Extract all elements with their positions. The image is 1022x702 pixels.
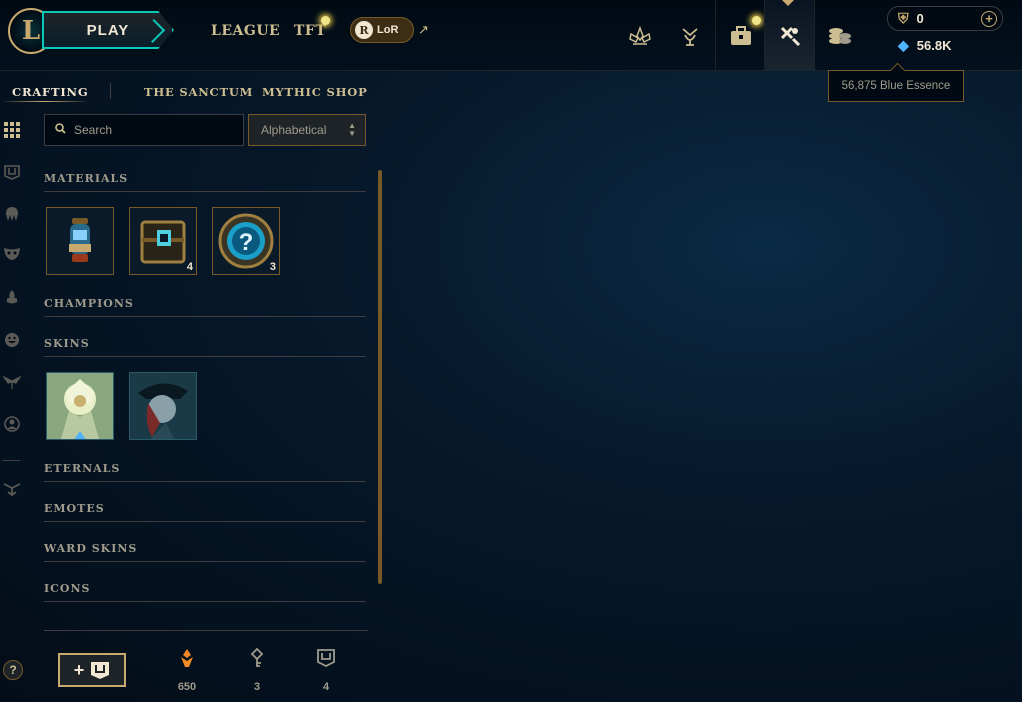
material-count: 4 [186, 261, 193, 273]
section-champions[interactable]: CHAMPIONS [44, 297, 366, 317]
nav-tft[interactable]: TFT [294, 23, 326, 39]
sort-select[interactable]: Alphabetical ▲ ▼ [248, 114, 366, 146]
help-button[interactable]: ? [3, 660, 23, 680]
search-icon [55, 123, 66, 137]
orange-essence-icon [178, 648, 196, 672]
section-emotes[interactable]: EMOTES [44, 502, 366, 522]
active-tab-caret [782, 0, 794, 6]
skin-shard-light-icon [47, 373, 113, 439]
add-rp-icon[interactable]: + [981, 11, 997, 27]
loot-scrollbar[interactable] [378, 170, 382, 584]
material-count: 3 [269, 261, 276, 273]
riot-points-value: 0 [916, 11, 924, 26]
section-ward-skins[interactable]: WARD SKINS [44, 542, 366, 562]
blue-essence-value: 56.8K [916, 38, 952, 53]
tab-crafting[interactable]: CRAFTING [12, 85, 88, 99]
coins-stack-icon [828, 27, 851, 44]
tab-the-sanctum[interactable]: THE SANCTUM [144, 85, 253, 99]
champions-filter-icon[interactable] [2, 204, 22, 224]
profile-icon[interactable] [615, 0, 665, 71]
footer-divider [44, 630, 368, 631]
blue-essence-tooltip: 56,875 Blue Essence [828, 70, 964, 102]
keys-value: 3 [253, 681, 261, 693]
chests-value: 4 [322, 681, 330, 693]
chest-icon [317, 648, 335, 672]
keys-stat: 3 [237, 647, 277, 693]
grid-icon [4, 122, 20, 138]
active-tab-underline [4, 101, 86, 102]
material-tile[interactable] [46, 207, 114, 275]
blue-essence-wallet[interactable]: ◆ 56.8K [898, 37, 951, 54]
eternals-filter-icon[interactable] [2, 287, 22, 307]
tab-divider [110, 83, 111, 99]
nav-league[interactable]: LEAGUE [211, 23, 280, 39]
orb-lantern-icon [47, 208, 113, 274]
sort-select-value: Alphabetical [261, 123, 327, 137]
skin-tile[interactable] [46, 372, 114, 440]
loot-notification-dot [752, 16, 761, 25]
trophy-icon [682, 27, 698, 46]
lor-button[interactable]: R LoR [350, 17, 414, 43]
icons-filter-icon[interactable] [2, 414, 22, 434]
briefcase-icon [730, 25, 751, 45]
shard-marker-icon [74, 431, 86, 439]
blue-essence-icon: ◆ [898, 37, 909, 53]
store-icon[interactable] [814, 0, 864, 71]
orange-essence-value: 650 [177, 681, 197, 693]
notification-dot [321, 16, 330, 25]
crafting-icon[interactable] [764, 0, 814, 71]
disenchant-filter-icon[interactable] [2, 478, 22, 498]
loot-bag-icon[interactable] [715, 0, 765, 71]
lor-badge-icon: R [355, 21, 373, 39]
lor-label: LoR [377, 24, 399, 36]
chests-filter-icon[interactable] [2, 162, 22, 182]
key-icon [250, 647, 264, 672]
rail-divider [2, 460, 20, 461]
material-tile[interactable]: ? 3 [212, 207, 280, 275]
search-box[interactable] [44, 114, 244, 146]
material-tile[interactable]: 4 [129, 207, 197, 275]
lotus-icon [629, 25, 651, 45]
hammer-icon [780, 26, 800, 46]
top-navigation: L PLAY LEAGUE TFT R LoR ↗ ⛨ 0 + ◆ 56.8K [0, 0, 1022, 71]
section-icons[interactable]: ICONS [44, 582, 366, 602]
svg-text:?: ? [239, 229, 254, 256]
section-materials[interactable]: MATERIALS [44, 172, 366, 192]
orange-essence-stat: 650 [167, 648, 207, 693]
skin-tile[interactable] [129, 372, 197, 440]
collection-icon[interactable] [665, 0, 715, 71]
riot-points-icon: ⛨ [898, 10, 909, 26]
all-items-grid-icon[interactable] [2, 120, 22, 140]
section-eternals[interactable]: ETERNALS [44, 462, 366, 482]
add-chest-button[interactable]: + [58, 653, 126, 687]
emotes-filter-icon[interactable] [2, 330, 22, 350]
skin-shard-dark-icon [130, 373, 196, 439]
external-link-icon: ↗ [418, 22, 429, 37]
tab-mythic-shop[interactable]: MYTHIC SHOP [262, 85, 368, 99]
ward-skins-filter-icon[interactable] [2, 372, 22, 392]
section-skins[interactable]: SKINS [44, 337, 366, 357]
chest-icon [91, 662, 110, 679]
sort-caret-icon: ▲ ▼ [348, 121, 356, 138]
skins-filter-icon[interactable] [2, 244, 22, 264]
chests-stat: 4 [306, 648, 346, 693]
search-input[interactable] [74, 123, 224, 137]
play-button[interactable]: PLAY [42, 11, 174, 49]
plus-icon: + [73, 659, 85, 680]
riot-points-wallet[interactable]: ⛨ 0 + [887, 6, 1003, 31]
